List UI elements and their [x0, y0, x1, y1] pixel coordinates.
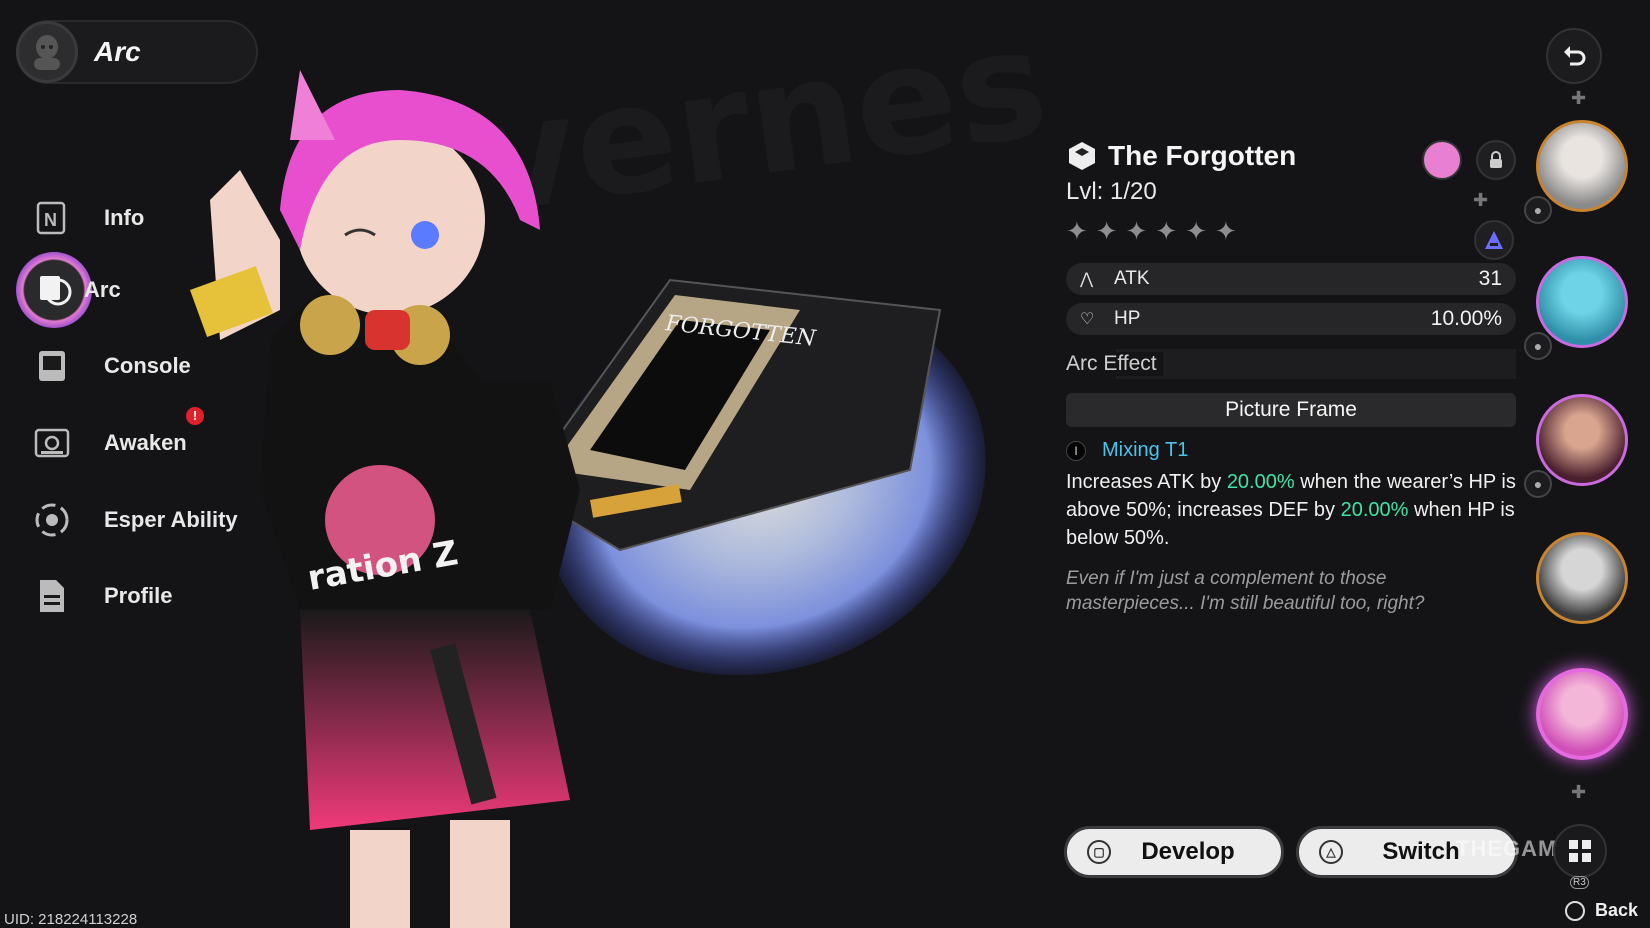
triangle-button-icon: △	[1319, 840, 1343, 864]
r3-button-hint: R3	[1570, 876, 1589, 889]
back-label: Back	[1595, 900, 1639, 920]
roster-character-2[interactable]	[1536, 256, 1628, 348]
stat-row-atk: ⋀ ATK 31	[1066, 263, 1516, 295]
arc-effect-heading-text: Arc Effect	[1066, 352, 1163, 376]
arc-record-icon	[16, 252, 92, 328]
develop-button[interactable]: ▢ Develop	[1064, 826, 1284, 878]
element-icon: ●	[1524, 332, 1552, 360]
star-rating: ✦ ✦ ✦ ✦ ✦ ✦	[1066, 216, 1516, 247]
esper-swirl-icon	[30, 498, 74, 542]
tier-name: Mixing T1	[1102, 439, 1189, 461]
roster-character-5-selected[interactable]	[1536, 668, 1628, 760]
element-icon: ●	[1524, 470, 1552, 498]
arc-type-hexagon-icon	[1069, 142, 1095, 170]
stat-name: ATK	[1114, 268, 1150, 289]
undo-arrow-icon	[1564, 46, 1586, 66]
awaken-photo-icon	[30, 421, 74, 465]
info-book-icon: N	[30, 196, 74, 240]
character-model-art: FORGOTTEN ration Z	[190, 70, 986, 928]
back-button[interactable]: Back	[1565, 900, 1638, 921]
character-skirt	[300, 610, 570, 830]
page-title: Arc	[94, 36, 141, 67]
effect-description: Increases ATK by 20.00% when the wearer’…	[1066, 468, 1516, 552]
character-avatar	[16, 21, 78, 83]
flavor-text: Even if I'm just a complement to those m…	[1066, 568, 1425, 614]
arc-name: The Forgotten	[1108, 140, 1297, 171]
atk-chevron-icon: ⋀	[1080, 271, 1094, 288]
stat-name: HP	[1114, 308, 1141, 329]
stat-row-hp: ♡ HP 10.00%	[1066, 303, 1516, 335]
roster-character-4[interactable]	[1536, 532, 1628, 624]
hp-heart-icon: ♡	[1080, 311, 1095, 328]
profile-document-icon	[30, 574, 74, 618]
undo-button[interactable]	[1546, 28, 1602, 84]
arc-top-icons	[1422, 140, 1516, 180]
star-icon: ✦	[1095, 216, 1118, 246]
console-icon	[30, 344, 74, 388]
square-button-icon: ▢	[1087, 840, 1111, 864]
dpad-up-icon: ✚	[1571, 88, 1587, 108]
effect-tier: I Mixing T1	[1066, 439, 1516, 462]
desc-highlight-value: 20.00%	[1340, 499, 1409, 521]
element-icon: ●	[1524, 196, 1552, 224]
dpad-down-icon: ✚	[1571, 782, 1587, 802]
stat-value: 31	[1478, 267, 1502, 290]
circle-button-icon	[1565, 900, 1585, 921]
star-icon: ✦	[1125, 216, 1148, 246]
star-icon: ✦	[1155, 216, 1178, 246]
dpad-icon: ✚	[1473, 190, 1489, 210]
arc-level: Lvl: 1/20	[1066, 178, 1157, 205]
lock-icon[interactable]	[1476, 140, 1516, 180]
tier-numeral: I	[1066, 440, 1086, 461]
desc-text: Increases ATK by	[1066, 471, 1227, 493]
nav-label: Info	[104, 205, 145, 230]
grid-icon	[1569, 840, 1591, 862]
svg-text:N: N	[44, 210, 57, 230]
equipped-character-avatar[interactable]	[1422, 140, 1462, 180]
star-icon: ✦	[1185, 216, 1207, 246]
roster-character-3[interactable]	[1536, 394, 1628, 486]
star-icon: ✦	[1214, 216, 1237, 246]
desc-highlight-value: 20.00%	[1226, 471, 1295, 493]
roster-character-1[interactable]	[1536, 120, 1628, 212]
nav-label: Arc	[84, 277, 121, 302]
star-icon: ✦	[1066, 216, 1088, 246]
grid-view-button[interactable]	[1553, 824, 1607, 878]
arc-details-panel: The Forgotten Lvl: 1/20 ✦ ✦ ✦ ✦ ✦ ✦ ⋀ ATK 31 …	[1066, 140, 1516, 616]
rank-a-icon	[1474, 220, 1514, 260]
arc-effect-name: Picture Frame	[1066, 393, 1516, 427]
stat-value: 10.00%	[1430, 307, 1502, 330]
arc-effect-heading: Arc Effect	[1066, 349, 1516, 379]
user-id: UID: 218224113228	[4, 911, 138, 928]
silhouette-icon	[34, 35, 60, 70]
develop-button-label: Develop	[1141, 838, 1235, 865]
